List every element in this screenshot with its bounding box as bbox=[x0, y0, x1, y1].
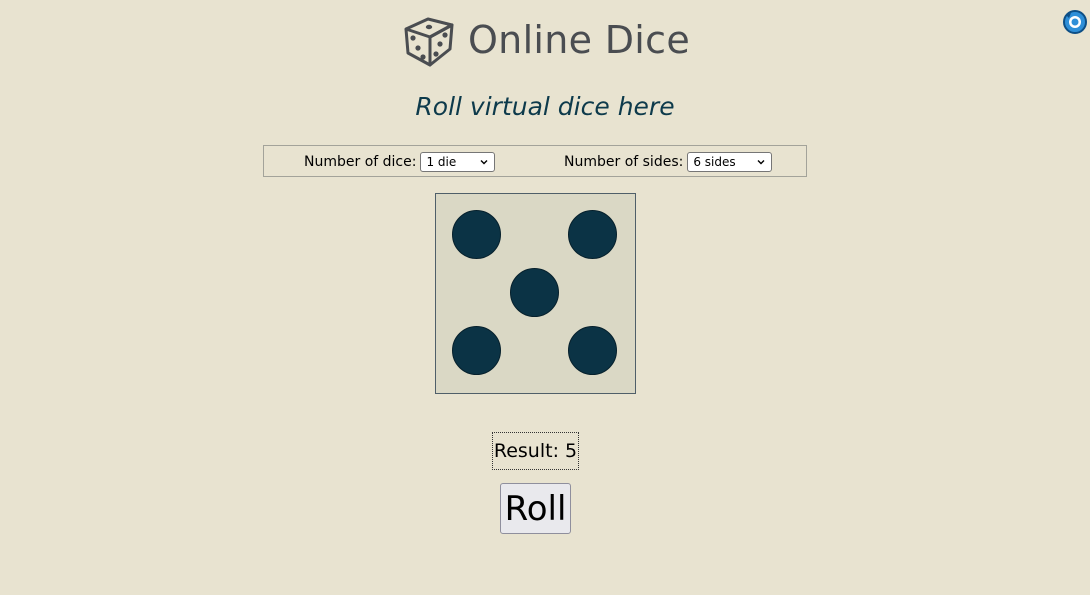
die-face bbox=[435, 193, 636, 394]
die-pip bbox=[568, 210, 617, 259]
sides-label: Number of sides: bbox=[564, 154, 684, 170]
chevron-down-icon bbox=[757, 160, 765, 165]
page-subtitle: Roll virtual dice here bbox=[415, 92, 675, 121]
dice-count-select[interactable]: 1 die bbox=[420, 152, 496, 172]
die-pip bbox=[452, 210, 501, 259]
sides-value: 6 sides bbox=[693, 155, 736, 169]
die-pip bbox=[452, 326, 501, 375]
die-pip bbox=[568, 326, 617, 375]
dice-count-label: Number of dice: bbox=[304, 154, 417, 170]
roll-button[interactable]: Roll bbox=[500, 483, 571, 534]
die-pip bbox=[510, 268, 559, 317]
chevron-down-icon bbox=[480, 160, 488, 165]
dice-icon bbox=[404, 17, 454, 67]
result-display: Result: 5 bbox=[492, 432, 579, 470]
result-text: Result: 5 bbox=[493, 440, 578, 462]
dice-options-bar: Number of dice: 1 die Number of sides: 6… bbox=[263, 145, 807, 177]
dice-count-control: Number of dice: 1 die bbox=[304, 152, 496, 172]
dice-count-value: 1 die bbox=[426, 155, 457, 169]
page-header: Online Dice bbox=[0, 8, 1090, 72]
page-title: Online Dice bbox=[467, 18, 691, 62]
extension-icon[interactable] bbox=[1062, 9, 1088, 35]
sides-control: Number of sides: 6 sides bbox=[564, 152, 773, 172]
sides-select[interactable]: 6 sides bbox=[687, 152, 773, 172]
